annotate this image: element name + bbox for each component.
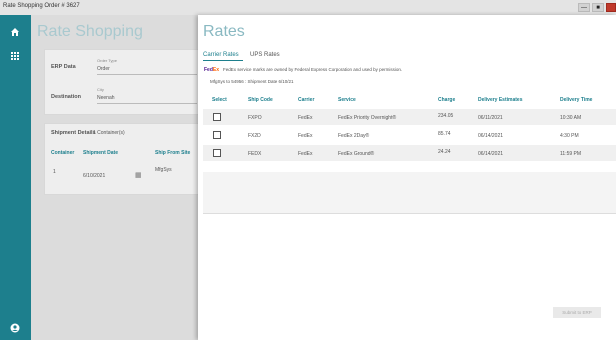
row-select-checkbox[interactable] [213,149,221,157]
shipment-info: MfgSys to 54956 : Shipment Date 6/10/21 [210,79,294,84]
carrier: FedEx [298,133,313,139]
fedex-disclaimer: FedEx service marks are owned by Federal… [223,67,403,72]
user-icon[interactable] [8,323,22,337]
header-carrier: Carrier [298,97,315,103]
table-divider [203,213,616,214]
tab-ups-rates[interactable]: UPS Rates [250,52,280,58]
header-ship-code: Ship Code [248,97,273,103]
containers-count: 1 Container(s) [93,130,125,136]
shipment-date-input[interactable]: 6/10/2021 [83,173,105,179]
city-label: City [97,87,104,92]
header-delivery-estimates: Delivery Estimates [478,97,523,103]
charge: 85.74 [438,131,451,137]
table-empty-area [203,172,616,213]
carrier: FedEx [298,151,313,157]
ship-code: FEDX [248,151,262,157]
delivery-time: 10:30 AM [560,115,582,121]
fedex-logo-ex: Ex [212,67,220,73]
col-container: Container [51,150,75,156]
col-ship-from-site: Ship From Site [155,150,191,156]
charge: 24.24 [438,149,451,155]
rates-panel: Rates Carrier Rates UPS Rates FedEx FedE… [198,15,616,340]
service: FedEx 2Day® [338,133,370,139]
charge: 234.05 [438,113,454,119]
row-select-checkbox[interactable] [213,131,221,139]
rates-title: Rates [203,23,245,40]
close-button[interactable] [606,3,616,12]
fedex-logo-fe: Fed [204,67,213,73]
header-delivery-time: Delivery Time [560,97,593,103]
fedex-logo: FedEx [204,67,219,73]
delivery-estimate: 06/14/2021 [478,151,504,157]
erp-data-label: ERP Data [51,64,76,70]
delivery-estimate: 06/14/2021 [478,133,504,139]
window-title: Rate Shopping Order # 3627 [3,3,80,9]
order-type-label: Order Type [97,58,117,63]
city-underline [97,103,197,104]
carrier: FedEx [298,115,313,121]
maximize-button[interactable]: ■ [592,3,604,12]
city-input[interactable]: Neenah [97,95,115,101]
shipment-details-label: Shipment Details [51,130,96,136]
rate-row[interactable]: FXPO FedEx FedEx Priority Overnight® 234… [203,109,616,125]
apps-grid-icon[interactable] [8,51,22,65]
shipment-details-card: Shipment Details 1 Container(s) Containe… [44,123,201,195]
header-charge: Charge [438,97,456,103]
order-type-select[interactable]: Order [97,66,110,72]
page-title: Rate Shopping [37,23,143,40]
delivery-estimate: 06/11/2021 [478,115,503,121]
ship-from-site-select[interactable]: MfgSys [155,167,172,173]
minimize-button[interactable]: — [578,3,590,12]
left-nav [0,15,31,340]
delivery-time: 11:59 PM [560,151,582,157]
delivery-time: 4:30 PM [560,133,579,139]
tab-carrier-rates[interactable]: Carrier Rates [203,52,239,58]
active-tab-indicator [203,60,243,61]
submit-to-erp-button[interactable]: Submit to ERP [553,307,601,318]
ship-code: FX2D [248,133,261,139]
destination-label: Destination [51,94,81,100]
row-select-checkbox[interactable] [213,113,221,121]
window-titlebar: Rate Shopping Order # 3627 — ■ [0,0,616,16]
rate-row[interactable]: FEDX FedEx FedEx Ground® 24.24 06/14/202… [203,145,616,161]
home-icon[interactable] [8,27,22,41]
header-service: Service [338,97,356,103]
rate-row[interactable]: FX2D FedEx FedEx 2Day® 85.74 06/14/2021 … [203,127,616,143]
service: FedEx Ground® [338,151,375,157]
ship-code: FXPO [248,115,262,121]
header-select: Select [212,97,227,103]
col-shipment-date: Shipment Date [83,150,119,156]
order-type-underline [97,74,197,75]
row-container: 1 [53,169,56,175]
erp-data-card: ERP Data Order Type Order Destination Ci… [44,49,201,115]
service: FedEx Priority Overnight® [338,115,397,121]
calendar-icon[interactable]: ▦ [135,171,142,179]
